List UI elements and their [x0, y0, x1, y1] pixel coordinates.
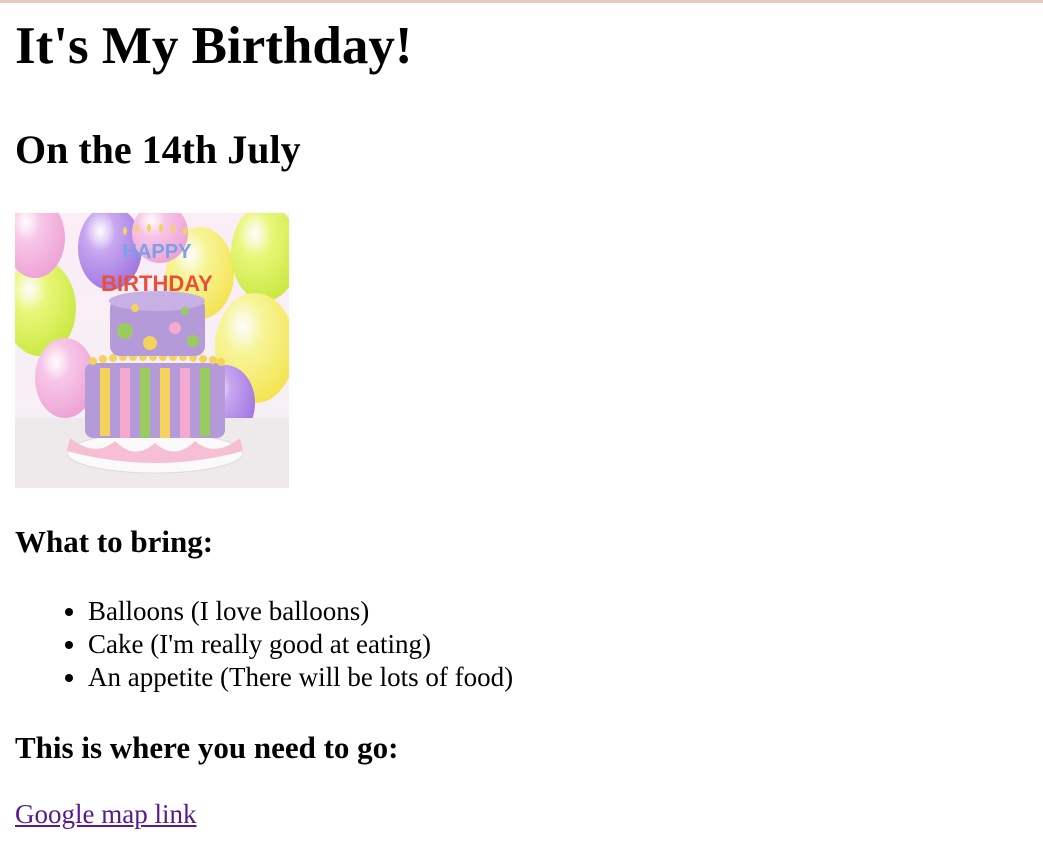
page-title: It's My Birthday!	[15, 17, 413, 75]
birthday-cake-image: HAPPY BIRTHDAY	[15, 213, 289, 488]
list-item: Cake (I'm really good at eating)	[88, 628, 513, 661]
page-subtitle: On the 14th July	[15, 127, 301, 172]
location-heading: This is where you need to go:	[15, 730, 399, 765]
cake-candle-text-bottom: BIRTHDAY	[101, 271, 213, 296]
cake-illustration: HAPPY BIRTHDAY	[15, 213, 289, 488]
bring-list: Balloons (I love balloons) Cake (I'm rea…	[15, 595, 513, 694]
google-map-link[interactable]: Google map link	[15, 799, 196, 830]
cake-candle-text-top: HAPPY	[123, 241, 193, 263]
list-item: An appetite (There will be lots of food)	[88, 661, 513, 694]
bring-heading: What to bring:	[15, 524, 214, 559]
list-item: Balloons (I love balloons)	[88, 595, 513, 628]
